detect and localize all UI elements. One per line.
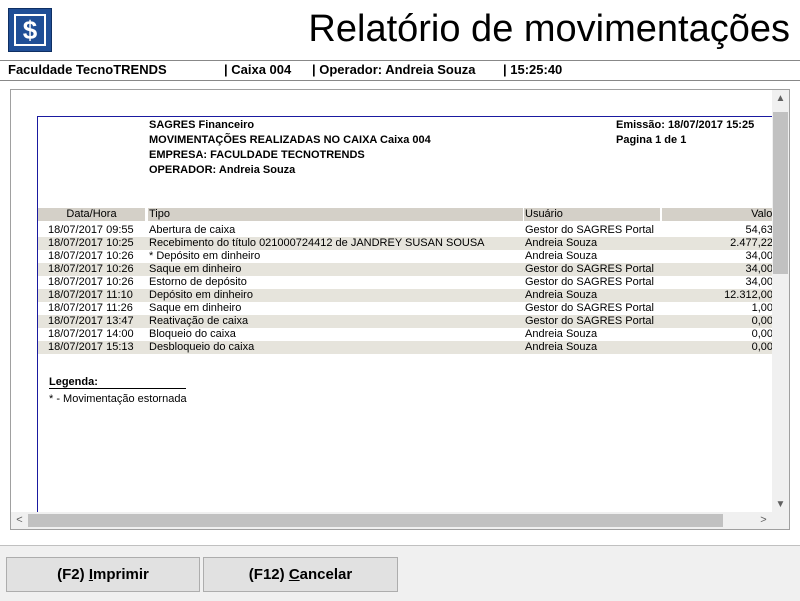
cell-date: 18/07/2017 14:00: [48, 328, 134, 340]
report-pagina: Pagina 1 de 1: [616, 134, 687, 146]
horizontal-scrollbar[interactable]: < >: [11, 512, 772, 529]
cell-date: 18/07/2017 13:47: [48, 315, 134, 327]
table-row: 18/07/2017 13:47 Reativação de caixa Gesto…: [38, 315, 778, 328]
scroll-corner: [772, 512, 789, 529]
cell-tipo: Saque em dinheiro: [149, 302, 242, 314]
app-header: $ Relatório de movimentações: [0, 0, 800, 60]
report-emissao: Emissão: 18/07/2017 15:25: [616, 119, 755, 131]
cell-date: 18/07/2017 10:26: [48, 250, 134, 262]
table-row: 18/07/2017 11:10 Depósito em dinheiro Andr…: [38, 289, 778, 302]
table-row: 18/07/2017 09:55 Abertura de caixa Gestor …: [38, 224, 778, 237]
table-row: 18/07/2017 14:00 Bloqueio do caixa Andreia…: [38, 328, 778, 341]
cell-date: 18/07/2017 11:10: [48, 289, 133, 301]
vertical-scroll-thumb[interactable]: [773, 112, 788, 274]
cell-usuario: Andreia Souza: [525, 328, 598, 340]
horizontal-scroll-thumb[interactable]: [28, 514, 723, 527]
cell-date: 18/07/2017 10:25: [48, 237, 134, 249]
table-row: 18/07/2017 10:25 Recebimento do título 02…: [38, 237, 778, 250]
column-header-tipo: Tipo: [148, 208, 523, 221]
footer-bar: (F2) Imprimir (F12) Cancelar: [0, 545, 800, 601]
cell-date: 18/07/2017 10:26: [48, 276, 134, 288]
table-row: 18/07/2017 15:13 Desbloqueio do caixa Andr…: [38, 341, 778, 354]
cell-usuario: Andreia Souza: [525, 289, 598, 301]
column-header-date: Data/Hora: [38, 208, 145, 221]
cell-date: 18/07/2017 11:26: [48, 302, 133, 314]
report-subtitle: MOVIMENTAÇÕES REALIZADAS NO CAIXA Caixa …: [149, 134, 431, 146]
cell-usuario: Gestor do SAGRES Portal: [525, 315, 654, 327]
scroll-down-icon[interactable]: ▼: [772, 496, 789, 513]
report-empresa: EMPRESA: FACULDADE TECNOTRENDS: [149, 149, 365, 161]
vertical-scrollbar[interactable]: ▲ ▼: [772, 90, 789, 513]
table-row: 18/07/2017 10:26 Estorno de depósito Gesto…: [38, 276, 778, 289]
table-row: 18/07/2017 10:26 Saque em dinheiro Gestor …: [38, 263, 778, 276]
report-viewer[interactable]: SAGRES Financeiro MOVIMENTAÇÕES REALIZAD…: [10, 89, 790, 530]
report-meta: Emissão: 18/07/2017 15:25 Pagina 1 de 1: [616, 118, 754, 148]
dollar-logo-icon: $: [8, 8, 52, 52]
cell-usuario: Gestor do SAGRES Portal: [525, 224, 654, 236]
table-row: 18/07/2017 10:26 * Depósito em dinheiro An…: [38, 250, 778, 263]
cell-valor: 2.477,22: [730, 237, 773, 249]
cell-valor: 34,00: [745, 263, 773, 275]
cell-tipo: Bloqueio do caixa: [149, 328, 236, 340]
dollar-glyph: $: [14, 14, 46, 46]
cell-tipo: Estorno de depósito: [149, 276, 247, 288]
cell-tipo: Saque em dinheiro: [149, 263, 242, 275]
column-header-usuario: Usuário: [524, 208, 660, 221]
cell-tipo: Recebimento do título 021000724412 de JA…: [149, 237, 485, 249]
legend-item: * - Movimentação estornada: [49, 393, 187, 405]
scroll-right-icon[interactable]: >: [755, 512, 772, 529]
cell-valor: 0,00: [751, 341, 773, 353]
cell-valor: 12.312,00: [724, 289, 773, 301]
cell-usuario: Andreia Souza: [525, 250, 598, 262]
company-name: Faculdade TecnoTRENDS: [8, 62, 167, 77]
cell-usuario: Andreia Souza: [525, 341, 598, 353]
cell-date: 18/07/2017 09:55: [48, 224, 134, 236]
cell-valor: 34,00: [745, 250, 773, 262]
scroll-left-icon[interactable]: <: [11, 512, 28, 529]
cell-date: 18/07/2017 10:26: [48, 263, 134, 275]
cell-tipo: Desbloqueio do caixa: [149, 341, 255, 353]
report-header: SAGRES Financeiro MOVIMENTAÇÕES REALIZAD…: [149, 118, 431, 178]
cell-tipo: Abertura de caixa: [149, 224, 236, 236]
cell-tipo: * Depósito em dinheiro: [149, 250, 261, 262]
cell-valor: 0,00: [751, 328, 773, 340]
operator-label: | Operador: Andreia Souza: [312, 62, 476, 77]
report-page: SAGRES Financeiro MOVIMENTAÇÕES REALIZAD…: [37, 116, 778, 527]
cell-usuario: Gestor do SAGRES Portal: [525, 302, 654, 314]
report-operador: OPERADOR: Andreia Souza: [149, 164, 296, 176]
cell-valor: 34,00: [745, 276, 773, 288]
info-bar: Faculdade TecnoTRENDS | Caixa 004 | Oper…: [0, 60, 800, 81]
clock-time: | 15:25:40: [503, 62, 563, 77]
cell-tipo: Reativação de caixa: [149, 315, 249, 327]
table-row: 18/07/2017 11:26 Saque em dinheiro Gestor …: [38, 302, 778, 315]
report-system: SAGRES Financeiro: [149, 119, 255, 131]
scroll-up-icon[interactable]: ▲: [772, 90, 789, 107]
cell-valor: 54,63: [745, 224, 773, 236]
print-button[interactable]: (F2) Imprimir: [6, 557, 200, 592]
cancel-button[interactable]: (F12) Cancelar: [203, 557, 398, 592]
cell-date: 18/07/2017 15:13: [48, 341, 134, 353]
cell-tipo: Depósito em dinheiro: [149, 289, 253, 301]
cell-usuario: Gestor do SAGRES Portal: [525, 263, 654, 275]
page-title: Relatório de movimentações: [308, 8, 790, 50]
movements-table: 18/07/2017 09:55 Abertura de caixa Gestor …: [38, 224, 778, 354]
caixa-label: | Caixa 004: [224, 62, 292, 77]
column-header-valor: Valor: [662, 208, 778, 221]
cell-usuario: Gestor do SAGRES Portal: [525, 276, 654, 288]
legend-title: Legenda:: [49, 376, 186, 389]
cell-usuario: Andreia Souza: [525, 237, 598, 249]
cell-valor: 0,00: [751, 315, 773, 327]
cell-valor: 1,00: [751, 302, 773, 314]
